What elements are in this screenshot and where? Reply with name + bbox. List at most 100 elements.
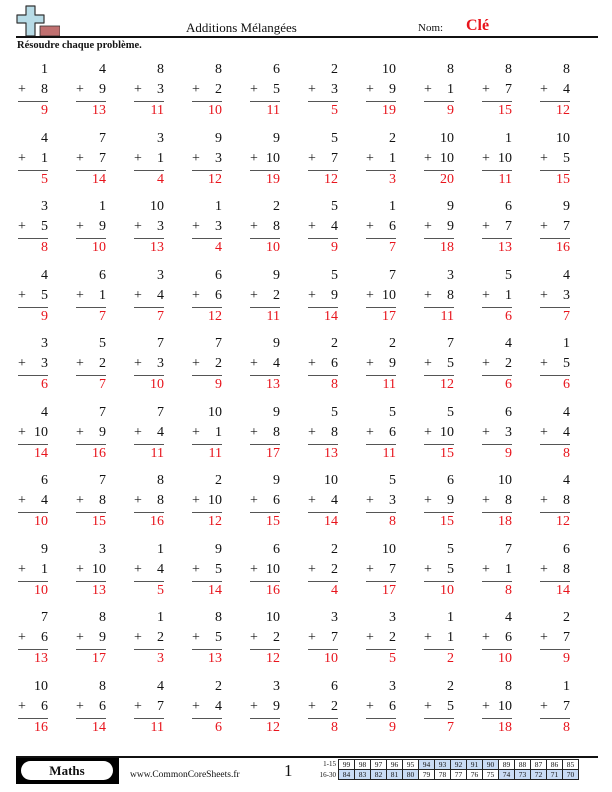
- plus-operator: +: [192, 698, 200, 714]
- addition-problem: 1 +7 8: [540, 679, 570, 739]
- addition-problem: 3 +1 4: [134, 131, 164, 191]
- answer-value: 18: [498, 514, 512, 529]
- addend-bottom: 7: [157, 698, 164, 714]
- addition-problem: 7 +2 9: [192, 336, 222, 396]
- plus-operator: +: [482, 356, 490, 371]
- addition-problem: 9 +1 10: [18, 542, 48, 602]
- addend-bottom: 7: [331, 150, 338, 166]
- score-cell: 75: [482, 769, 499, 780]
- answer-value: 7: [563, 308, 570, 324]
- addend-bottom: 3: [157, 219, 164, 234]
- answer-value: 11: [382, 377, 396, 392]
- score-cell: 82: [370, 769, 387, 780]
- addition-problem: 10 +5 15: [540, 131, 570, 191]
- addend-top: 4: [157, 678, 164, 694]
- answer-value: 7: [447, 719, 454, 735]
- score-cell: 74: [498, 769, 515, 780]
- problem-row: 1 +8 9 4 +9 13 8 +3 11 8 +2 10 6 +5 11 2 +3 5 10 +9 19 8 +1 9 8 +…: [18, 62, 598, 131]
- addend-top: 3: [157, 267, 164, 283]
- addend-bottom: 8: [273, 424, 280, 440]
- website-link[interactable]: www.CommonCoreSheets.fr: [130, 770, 240, 780]
- answer-value: 9: [41, 308, 48, 324]
- addend-top: 7: [99, 404, 106, 420]
- addition-problem: 2 +1 3: [366, 131, 396, 191]
- problem-row: 4 +10 14 7 +9 16 7 +4 11 10 +1 11 9 +8 17 5 +8 13 5 +6 11 5 +1…: [18, 405, 598, 474]
- plus-operator: +: [192, 150, 200, 166]
- answer-value: 17: [382, 582, 396, 598]
- addend-top: 4: [41, 267, 48, 283]
- addition-problem: 4 +3 7: [540, 268, 570, 328]
- score-cell: 71: [546, 769, 563, 780]
- score-row-labels: 1-15 16-30: [310, 759, 336, 781]
- addition-problem: 1 +2 3: [134, 610, 164, 670]
- plus-operator: +: [192, 424, 200, 440]
- plus-operator: +: [366, 150, 374, 166]
- addition-problem: 2 +3 5: [308, 62, 338, 122]
- plus-operator: +: [482, 82, 490, 97]
- score-cell: 76: [466, 769, 483, 780]
- addend-top: 6: [447, 473, 454, 488]
- answer-value: 12: [208, 514, 222, 529]
- subject-label: Maths: [21, 761, 113, 780]
- name-value: Clé: [466, 17, 490, 34]
- answer-value: 9: [563, 651, 570, 666]
- addend-top: 1: [157, 610, 164, 625]
- plus-operator: +: [308, 698, 316, 714]
- addend-top: 1: [389, 199, 396, 214]
- plus-operator: +: [540, 219, 548, 234]
- plus-operator: +: [308, 219, 316, 234]
- addend-top: 2: [331, 62, 338, 77]
- addend-bottom: 3: [505, 424, 512, 440]
- addition-problem: 5 +4 9: [308, 199, 338, 259]
- addend-top: 3: [389, 678, 396, 694]
- addend-bottom: 2: [99, 356, 106, 371]
- addend-bottom: 7: [563, 630, 570, 645]
- score-cell: 70: [562, 769, 579, 780]
- instructions: Résoudre chaque problème.: [17, 40, 142, 51]
- addend-bottom: 4: [215, 698, 222, 714]
- plus-operator: +: [76, 493, 84, 508]
- plus-operator: +: [424, 287, 432, 303]
- plus-operator: +: [192, 219, 200, 234]
- addend-bottom: 5: [215, 561, 222, 577]
- problem-row: 4 +5 9 6 +1 7 3 +4 7 6 +6 12 9 +2 11 5 +9 14 7 +10 17 3 +8 11 5 +…: [18, 268, 598, 337]
- addend-top: 9: [215, 541, 222, 557]
- addend-top: 1: [215, 199, 222, 214]
- answer-value: 9: [331, 240, 338, 255]
- answer-value: 14: [92, 719, 106, 735]
- addend-top: 8: [215, 62, 222, 77]
- addition-problem: 1 +6 7: [366, 199, 396, 259]
- plus-operator: +: [250, 356, 258, 371]
- plus-operator: +: [76, 82, 84, 97]
- addend-top: 8: [99, 610, 106, 625]
- plus-operator: +: [540, 698, 548, 714]
- addend-bottom: 1: [447, 82, 454, 97]
- answer-value: 8: [505, 582, 512, 598]
- addend-bottom: 10: [440, 150, 454, 166]
- plus-operator: +: [540, 630, 548, 645]
- plus-operator: +: [250, 219, 258, 234]
- addend-top: 8: [447, 62, 454, 77]
- answer-value: 8: [563, 445, 570, 461]
- addition-problem: 9 +3 12: [192, 131, 222, 191]
- addend-top: 9: [273, 130, 280, 146]
- answer-value: 19: [266, 171, 280, 187]
- answer-value: 6: [505, 377, 512, 392]
- addition-problem: 5 +10 15: [424, 405, 454, 465]
- addition-problem: 5 +1 6: [482, 268, 512, 328]
- answer-value: 11: [208, 445, 222, 461]
- addition-problem: 8 +8 16: [134, 473, 164, 533]
- addition-problem: 10 +3 13: [134, 199, 164, 259]
- plus-operator: +: [76, 356, 84, 371]
- plus-operator: +: [192, 287, 200, 303]
- addend-bottom: 6: [389, 424, 396, 440]
- answer-value: 13: [208, 651, 222, 666]
- addition-problem: 9 +6 15: [250, 473, 280, 533]
- addend-top: 9: [273, 336, 280, 351]
- plus-operator: +: [134, 424, 142, 440]
- addition-problem: 7 +1 8: [482, 542, 512, 602]
- addition-problem: 9 +7 16: [540, 199, 570, 259]
- addend-bottom: 6: [505, 630, 512, 645]
- addend-top: 5: [331, 130, 338, 146]
- plus-operator: +: [18, 219, 26, 234]
